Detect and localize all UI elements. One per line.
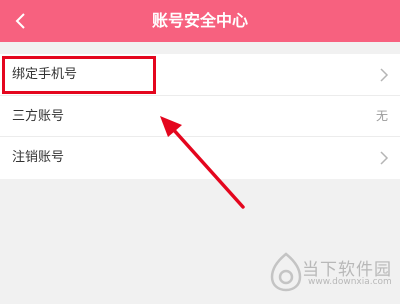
chevron-right-icon — [380, 68, 389, 82]
page-title: 账号安全中心 — [151, 11, 248, 30]
settings-item-deactivate[interactable]: 注销账号 — [0, 137, 400, 179]
settings-item-third-party[interactable]: 三方账号 无 — [0, 96, 400, 137]
chevron-right-icon — [380, 151, 389, 165]
watermark-url: www.downxia.com — [308, 277, 392, 287]
highlight-box — [2, 56, 156, 94]
header-bar: 账号安全中心 — [0, 0, 400, 42]
downxia-logo-icon — [270, 252, 302, 292]
settings-item-label: 三方账号 — [12, 108, 65, 124]
settings-item-value: 无 — [375, 108, 388, 123]
watermark: 当下软件园 www.downxia.com — [268, 252, 396, 292]
settings-item-label: 注销账号 — [12, 150, 65, 165]
